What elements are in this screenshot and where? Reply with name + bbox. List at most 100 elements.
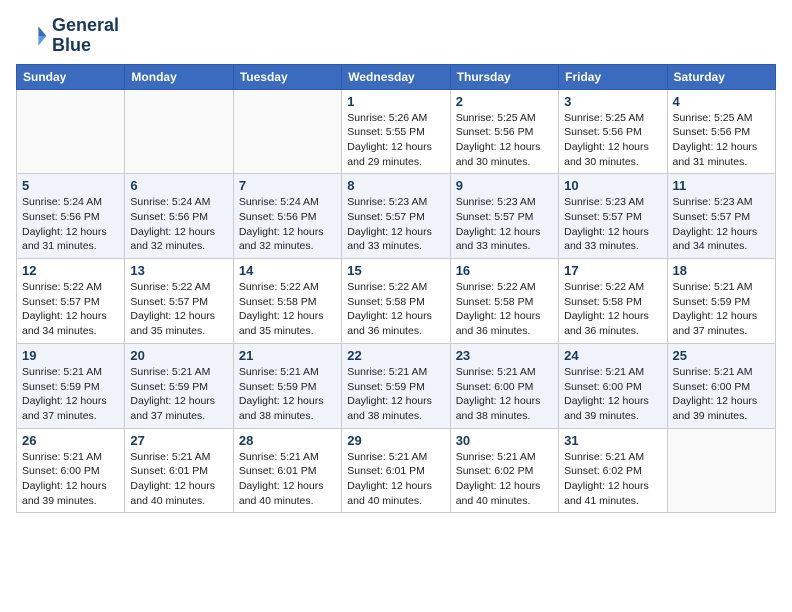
day-number: 1 <box>347 94 444 109</box>
calendar-cell: 29 Sunrise: 5:21 AM Sunset: 6:01 PM Dayli… <box>342 428 450 513</box>
day-number: 26 <box>22 433 119 448</box>
calendar-cell: 5Sunrise: 5:24 AM Sunset: 5:56 PM Daylig… <box>17 174 125 259</box>
logo-icon <box>16 20 48 52</box>
day-info: Sunrise: 5:24 AM Sunset: 5:56 PM Dayligh… <box>239 195 336 254</box>
day-info: Sunrise: 5:21 AM Sunset: 6:00 PM Dayligh… <box>673 365 770 424</box>
calendar-cell: 28 Sunrise: 5:21 AM Sunset: 6:01 PM Dayli… <box>233 428 341 513</box>
page-header: General Blue <box>16 16 776 56</box>
day-number: 2 <box>456 94 553 109</box>
day-number: 5 <box>22 178 119 193</box>
day-number: 6 <box>130 178 227 193</box>
day-number: 8 <box>347 178 444 193</box>
day-number: 14 <box>239 263 336 278</box>
calendar-cell: 7 Sunrise: 5:24 AM Sunset: 5:56 PM Daylig… <box>233 174 341 259</box>
calendar-cell: 20 Sunrise: 5:21 AM Sunset: 5:59 PM Dayli… <box>125 343 233 428</box>
day-number: 3 <box>564 94 661 109</box>
calendar-cell: 3 Sunrise: 5:25 AM Sunset: 5:56 PM Daylig… <box>559 89 667 174</box>
day-info: Sunrise: 5:22 AM Sunset: 5:58 PM Dayligh… <box>239 280 336 339</box>
day-info: Sunrise: 5:21 AM Sunset: 6:01 PM Dayligh… <box>347 450 444 509</box>
weekday-header: Thursday <box>450 64 558 89</box>
day-info: Sunrise: 5:21 AM Sunset: 6:00 PM Dayligh… <box>456 365 553 424</box>
calendar-cell: 22 Sunrise: 5:21 AM Sunset: 5:59 PM Dayli… <box>342 343 450 428</box>
day-number: 22 <box>347 348 444 363</box>
calendar-cell: 18Sunrise: 5:21 AM Sunset: 5:59 PM Dayli… <box>667 259 775 344</box>
day-number: 17 <box>564 263 661 278</box>
day-info: Sunrise: 5:21 AM Sunset: 6:01 PM Dayligh… <box>239 450 336 509</box>
day-number: 10 <box>564 178 661 193</box>
calendar-cell: 9Sunrise: 5:23 AM Sunset: 5:57 PM Daylig… <box>450 174 558 259</box>
day-number: 28 <box>239 433 336 448</box>
logo-text: General Blue <box>52 16 119 56</box>
day-info: Sunrise: 5:22 AM Sunset: 5:58 PM Dayligh… <box>564 280 661 339</box>
day-info: Sunrise: 5:21 AM Sunset: 5:59 PM Dayligh… <box>130 365 227 424</box>
day-info: Sunrise: 5:25 AM Sunset: 5:56 PM Dayligh… <box>673 111 770 170</box>
calendar-cell: 4 Sunrise: 5:25 AM Sunset: 5:56 PM Daylig… <box>667 89 775 174</box>
day-number: 30 <box>456 433 553 448</box>
calendar-cell: 21 Sunrise: 5:21 AM Sunset: 5:59 PM Dayli… <box>233 343 341 428</box>
day-info: Sunrise: 5:23 AM Sunset: 5:57 PM Dayligh… <box>456 195 553 254</box>
day-info: Sunrise: 5:21 AM Sunset: 5:59 PM Dayligh… <box>673 280 770 339</box>
calendar-cell: 16Sunrise: 5:22 AM Sunset: 5:58 PM Dayli… <box>450 259 558 344</box>
day-info: Sunrise: 5:21 AM Sunset: 6:01 PM Dayligh… <box>130 450 227 509</box>
calendar-week-row: 5 Sunrise: 5:24 AM Sunset: 5:56 PM Daylig… <box>17 174 776 259</box>
calendar-week-row: 19 Sunrise: 5:21 AM Sunset: 5:59 PM Dayli… <box>17 343 776 428</box>
day-number: 4 <box>673 94 770 109</box>
day-info: Sunrise: 5:21 AM Sunset: 5:59 PM Dayligh… <box>22 365 119 424</box>
calendar-cell: 12Sunrise: 5:22 AM Sunset: 5:57 PM Dayli… <box>17 259 125 344</box>
day-number: 12 <box>22 263 119 278</box>
calendar-cell: 30 Sunrise: 5:21 AM Sunset: 6:02 PM Dayli… <box>450 428 558 513</box>
calendar-cell: 19 Sunrise: 5:21 AM Sunset: 5:59 PM Dayli… <box>17 343 125 428</box>
day-number: 19 <box>22 348 119 363</box>
calendar-cell: 10 Sunrise: 5:23 AM Sunset: 5:57 PM Dayli… <box>559 174 667 259</box>
day-number: 7 <box>239 178 336 193</box>
calendar-cell: 31 Sunrise: 5:21 AM Sunset: 6:02 PM Dayli… <box>559 428 667 513</box>
calendar-week-row: 26Sunrise: 5:21 AM Sunset: 6:00 PM Dayli… <box>17 428 776 513</box>
weekday-header: Tuesday <box>233 64 341 89</box>
weekday-header: Wednesday <box>342 64 450 89</box>
calendar-cell <box>17 89 125 174</box>
day-info: Sunrise: 5:21 AM Sunset: 6:02 PM Dayligh… <box>564 450 661 509</box>
day-info: Sunrise: 5:23 AM Sunset: 5:57 PM Dayligh… <box>564 195 661 254</box>
day-number: 29 <box>347 433 444 448</box>
day-number: 13 <box>130 263 227 278</box>
calendar-table: SundayMondayTuesdayWednesdayThursdayFrid… <box>16 64 776 514</box>
calendar-cell: 26Sunrise: 5:21 AM Sunset: 6:00 PM Dayli… <box>17 428 125 513</box>
calendar-cell: 11 Sunrise: 5:23 AM Sunset: 5:57 PM Dayli… <box>667 174 775 259</box>
day-info: Sunrise: 5:21 AM Sunset: 6:02 PM Dayligh… <box>456 450 553 509</box>
calendar-week-row: 1 Sunrise: 5:26 AM Sunset: 5:55 PM Daylig… <box>17 89 776 174</box>
day-info: Sunrise: 5:21 AM Sunset: 6:00 PM Dayligh… <box>564 365 661 424</box>
day-info: Sunrise: 5:21 AM Sunset: 5:59 PM Dayligh… <box>347 365 444 424</box>
day-info: Sunrise: 5:24 AM Sunset: 5:56 PM Dayligh… <box>130 195 227 254</box>
day-info: Sunrise: 5:26 AM Sunset: 5:55 PM Dayligh… <box>347 111 444 170</box>
calendar-cell <box>233 89 341 174</box>
day-number: 20 <box>130 348 227 363</box>
day-info: Sunrise: 5:23 AM Sunset: 5:57 PM Dayligh… <box>347 195 444 254</box>
day-number: 23 <box>456 348 553 363</box>
calendar-cell <box>125 89 233 174</box>
calendar-cell: 15 Sunrise: 5:22 AM Sunset: 5:58 PM Dayli… <box>342 259 450 344</box>
calendar-cell: 2 Sunrise: 5:25 AM Sunset: 5:56 PM Daylig… <box>450 89 558 174</box>
calendar-cell: 8 Sunrise: 5:23 AM Sunset: 5:57 PM Daylig… <box>342 174 450 259</box>
calendar-cell: 6 Sunrise: 5:24 AM Sunset: 5:56 PM Daylig… <box>125 174 233 259</box>
day-info: Sunrise: 5:22 AM Sunset: 5:58 PM Dayligh… <box>347 280 444 339</box>
calendar-cell: 14 Sunrise: 5:22 AM Sunset: 5:58 PM Dayli… <box>233 259 341 344</box>
weekday-header: Sunday <box>17 64 125 89</box>
calendar-cell: 24 Sunrise: 5:21 AM Sunset: 6:00 PM Dayli… <box>559 343 667 428</box>
calendar-cell: 27Sunrise: 5:21 AM Sunset: 6:01 PM Dayli… <box>125 428 233 513</box>
day-number: 31 <box>564 433 661 448</box>
calendar-cell: 25Sunrise: 5:21 AM Sunset: 6:00 PM Dayli… <box>667 343 775 428</box>
day-number: 11 <box>673 178 770 193</box>
calendar-week-row: 12 Sunrise: 5:22 AM Sunset: 5:57 PM Dayli… <box>17 259 776 344</box>
day-info: Sunrise: 5:23 AM Sunset: 5:57 PM Dayligh… <box>673 195 770 254</box>
day-info: Sunrise: 5:25 AM Sunset: 5:56 PM Dayligh… <box>456 111 553 170</box>
calendar-cell: 1 Sunrise: 5:26 AM Sunset: 5:55 PM Daylig… <box>342 89 450 174</box>
calendar-cell: 23 Sunrise: 5:21 AM Sunset: 6:00 PM Dayli… <box>450 343 558 428</box>
day-number: 24 <box>564 348 661 363</box>
logo: General Blue <box>16 16 119 56</box>
day-info: Sunrise: 5:21 AM Sunset: 5:59 PM Dayligh… <box>239 365 336 424</box>
day-number: 21 <box>239 348 336 363</box>
day-info: Sunrise: 5:25 AM Sunset: 5:56 PM Dayligh… <box>564 111 661 170</box>
day-info: Sunrise: 5:22 AM Sunset: 5:57 PM Dayligh… <box>130 280 227 339</box>
day-number: 15 <box>347 263 444 278</box>
calendar-header-row: SundayMondayTuesdayWednesdayThursdayFrid… <box>17 64 776 89</box>
